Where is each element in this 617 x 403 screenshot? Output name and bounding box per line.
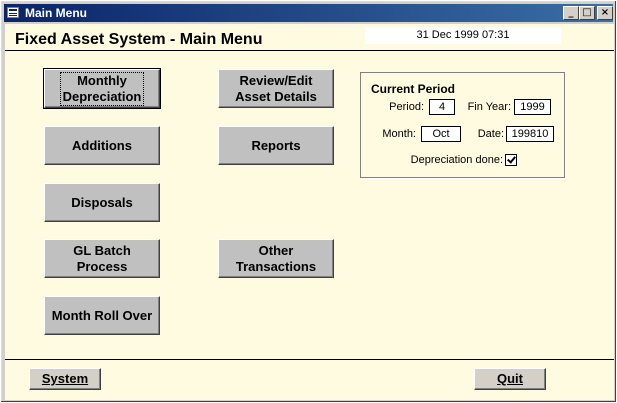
month-roll-over-button[interactable]: Month Roll Over bbox=[44, 296, 160, 335]
current-period-title: Current Period bbox=[371, 82, 456, 96]
restore-button[interactable]: □ bbox=[579, 6, 595, 20]
fin-year-value: 1999 bbox=[514, 99, 551, 115]
fin-year-label: Fin Year: bbox=[467, 101, 511, 113]
footer-divider bbox=[5, 359, 614, 360]
current-datetime: 31 Dec 1999 07:31 bbox=[365, 27, 561, 44]
monthly-depreciation-button[interactable]: Monthly Depreciation bbox=[43, 68, 161, 109]
header-divider bbox=[5, 50, 614, 51]
minimize-button[interactable]: _ bbox=[563, 6, 579, 20]
additions-button[interactable]: Additions bbox=[44, 126, 160, 165]
period-label: Period: bbox=[389, 101, 424, 113]
system-button-label: System bbox=[41, 371, 89, 386]
page-title: Fixed Asset System - Main Menu bbox=[15, 31, 263, 48]
window-title: Main Menu bbox=[25, 6, 87, 20]
form-body: Fixed Asset System - Main Menu 31 Dec 19… bbox=[5, 24, 614, 400]
main-menu-window: Main Menu _ □ × Fixed Asset System - Mai… bbox=[0, 0, 617, 403]
gl-batch-process-button[interactable]: GL Batch Process bbox=[44, 239, 160, 278]
review-edit-asset-details-button[interactable]: Review/Edit Asset Details bbox=[218, 69, 334, 108]
disposals-button[interactable]: Disposals bbox=[44, 183, 160, 222]
current-period-panel: Current Period Period: 4 Fin Year: 1999 … bbox=[360, 72, 565, 178]
monthly-depreciation-label: Monthly Depreciation bbox=[59, 71, 145, 106]
title-bar[interactable]: Main Menu _ □ × bbox=[4, 4, 613, 22]
depreciation-done-checkbox[interactable] bbox=[505, 154, 517, 166]
reports-button[interactable]: Reports bbox=[218, 126, 334, 165]
date-label: Date: bbox=[477, 128, 504, 140]
other-transactions-button[interactable]: Other Transactions bbox=[218, 239, 334, 278]
month-label: Month: bbox=[382, 128, 416, 140]
month-value: Oct bbox=[421, 126, 461, 142]
date-value: 199810 bbox=[506, 126, 554, 142]
close-button[interactable]: × bbox=[597, 6, 613, 20]
form-icon bbox=[7, 7, 19, 18]
system-button[interactable]: System bbox=[29, 368, 101, 390]
quit-button[interactable]: Quit bbox=[474, 368, 546, 390]
quit-button-label: Quit bbox=[497, 371, 523, 386]
period-value: 4 bbox=[429, 99, 455, 115]
depreciation-done-label: Depreciation done: bbox=[410, 154, 503, 166]
